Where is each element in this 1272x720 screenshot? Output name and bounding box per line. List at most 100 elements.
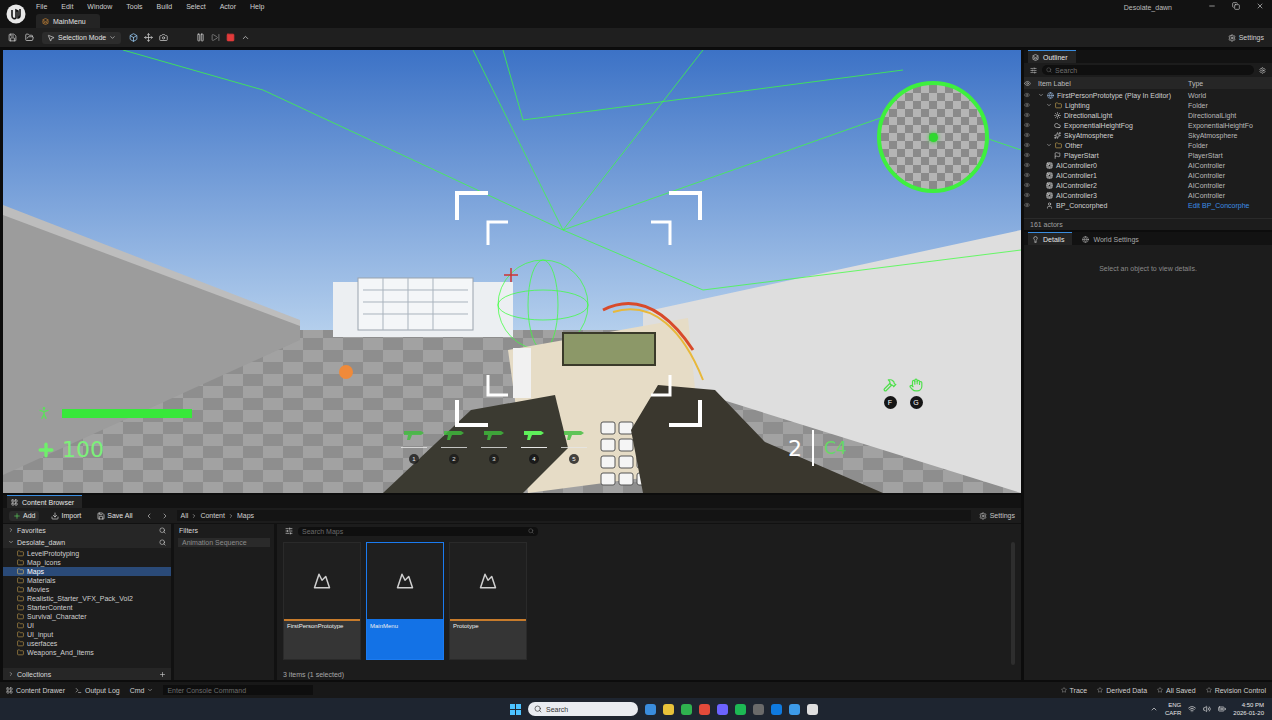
folder-item[interactable]: UI — [3, 621, 171, 630]
menu-item[interactable]: Help — [250, 3, 264, 10]
minimize-icon[interactable] — [1208, 2, 1216, 10]
battery-icon[interactable] — [1218, 705, 1226, 713]
outliner-row[interactable]: OtherFolder — [1024, 140, 1272, 150]
forward-icon[interactable] — [161, 512, 169, 520]
visibility-icon[interactable] — [1024, 162, 1030, 168]
browse-icon[interactable] — [25, 33, 34, 42]
content-action-button[interactable]: Add — [9, 511, 39, 521]
outliner-row[interactable]: PlayerStartPlayerStart — [1024, 150, 1272, 160]
outliner-row[interactable]: FirstPersonPrototype (Play In Editor)Wor… — [1024, 90, 1272, 100]
visibility-icon[interactable] — [1024, 102, 1030, 108]
game-viewport[interactable]: 100123452C4FG — [3, 50, 1021, 493]
filter-icon[interactable] — [285, 527, 293, 535]
app-icon[interactable] — [789, 704, 800, 715]
folder-item[interactable]: Materials — [3, 576, 171, 585]
outliner-row[interactable]: AIController3AIController — [1024, 190, 1272, 200]
plus-icon[interactable] — [159, 671, 166, 678]
app-icon[interactable] — [663, 704, 674, 715]
camera-icon[interactable] — [159, 33, 168, 42]
status-button[interactable]: Derived Data — [1097, 687, 1147, 694]
app-icon[interactable] — [807, 704, 818, 715]
menu-item[interactable]: Select — [186, 3, 205, 10]
visibility-icon[interactable] — [1024, 182, 1030, 188]
outliner-row[interactable]: SkyAtmosphereSkyAtmosphere — [1024, 130, 1272, 140]
visibility-icon[interactable] — [1024, 172, 1030, 178]
app-icon[interactable] — [771, 704, 782, 715]
folder-item[interactable]: UI_input — [3, 630, 171, 639]
visibility-icon[interactable] — [1024, 122, 1030, 128]
weapon-slot[interactable]: 5 — [561, 427, 587, 464]
outliner-row[interactable]: AIController2AIController — [1024, 180, 1272, 190]
folder-item[interactable]: LevelPrototyping — [3, 549, 171, 558]
asset-tile[interactable]: MainMenu — [366, 542, 444, 660]
visibility-icon[interactable] — [1024, 132, 1030, 138]
stop-icon[interactable] — [226, 33, 235, 42]
outliner-row[interactable]: LightingFolder — [1024, 100, 1272, 110]
folder-item[interactable]: Movies — [3, 585, 171, 594]
visibility-icon[interactable] — [1024, 92, 1030, 98]
transform-icon[interactable] — [144, 33, 153, 42]
taskbar-search[interactable]: Search — [528, 702, 638, 716]
volume-icon[interactable] — [1203, 705, 1211, 713]
visibility-icon[interactable] — [1024, 142, 1030, 148]
breadcrumb-item[interactable]: Maps — [237, 512, 254, 519]
console-input[interactable]: Enter Console Command — [163, 685, 313, 695]
weapon-slot[interactable]: 1 — [401, 427, 427, 464]
status-button[interactable]: Content Drawer — [6, 687, 65, 694]
outliner-row[interactable]: ExponentialHeightFogExponentialHeightFo — [1024, 120, 1272, 130]
visibility-icon[interactable] — [1024, 202, 1030, 208]
gear-icon[interactable] — [1259, 67, 1266, 74]
selection-mode-button[interactable]: Selection Mode — [42, 32, 121, 44]
tray-chevron-icon[interactable] — [1150, 705, 1158, 713]
back-icon[interactable] — [145, 512, 153, 520]
menu-item[interactable]: Actor — [220, 3, 236, 10]
outliner-row[interactable]: DirectionalLightDirectionalLight — [1024, 110, 1272, 120]
filter-item[interactable]: Animation Sequence — [178, 538, 270, 547]
scrollbar[interactable] — [1011, 542, 1015, 665]
expand-icon[interactable] — [1046, 102, 1052, 108]
folder-item[interactable]: Survival_Character — [3, 612, 171, 621]
content-action-button[interactable]: Save All — [93, 511, 136, 521]
app-icon[interactable] — [735, 704, 746, 715]
status-button[interactable]: Trace — [1061, 687, 1088, 694]
visibility-icon[interactable] — [1024, 152, 1030, 158]
search-icon[interactable] — [159, 539, 166, 546]
start-icon[interactable] — [510, 704, 521, 715]
level-tab[interactable]: MainMenu — [36, 14, 100, 28]
pause-icon[interactable] — [196, 33, 205, 42]
folder-item[interactable]: Maps — [3, 567, 171, 576]
visibility-icon[interactable] — [1024, 112, 1030, 118]
app-icon[interactable] — [753, 704, 764, 715]
status-button[interactable]: Output Log — [75, 687, 120, 694]
menu-item[interactable]: Tools — [126, 3, 142, 10]
app-icon[interactable] — [717, 704, 728, 715]
details-tab[interactable]: Details — [1028, 232, 1072, 245]
status-button[interactable]: All Saved — [1157, 687, 1196, 694]
menu-item[interactable]: Build — [157, 3, 173, 10]
expand-icon[interactable] — [1038, 92, 1044, 98]
outliner-search[interactable]: Search — [1042, 65, 1254, 75]
add-actor-icon[interactable] — [129, 33, 138, 42]
menu-item[interactable]: File — [36, 3, 47, 10]
expand-icon[interactable] — [1046, 142, 1052, 148]
details-tab[interactable]: World Settings — [1078, 232, 1146, 245]
eject-icon[interactable] — [241, 33, 250, 42]
weapon-slot[interactable]: 2 — [441, 427, 467, 464]
wifi-icon[interactable] — [1188, 705, 1196, 713]
asset-search[interactable]: Search Maps — [298, 527, 538, 536]
menu-item[interactable]: Edit — [61, 3, 73, 10]
outliner-tab[interactable]: Outliner — [1028, 50, 1076, 63]
unreal-logo[interactable] — [6, 4, 26, 24]
outliner-row[interactable]: BP_ConcorphedEdit BP_Concorphe — [1024, 200, 1272, 210]
status-button[interactable]: Revision Control — [1206, 687, 1266, 694]
close-icon[interactable] — [1256, 2, 1264, 10]
restore-icon[interactable] — [1232, 2, 1240, 10]
content-action-button[interactable]: Import — [47, 511, 85, 521]
language-indicator[interactable]: ENGCAFR — [1165, 701, 1181, 717]
outliner-row[interactable]: AIController1AIController — [1024, 170, 1272, 180]
settings-button[interactable]: Settings — [979, 512, 1015, 520]
asset-tile[interactable]: FirstPersonPrototype — [283, 542, 361, 660]
folder-item[interactable]: userfaces — [3, 639, 171, 648]
cmd-selector[interactable]: Cmd — [130, 687, 154, 694]
folder-item[interactable]: StarterContent — [3, 603, 171, 612]
